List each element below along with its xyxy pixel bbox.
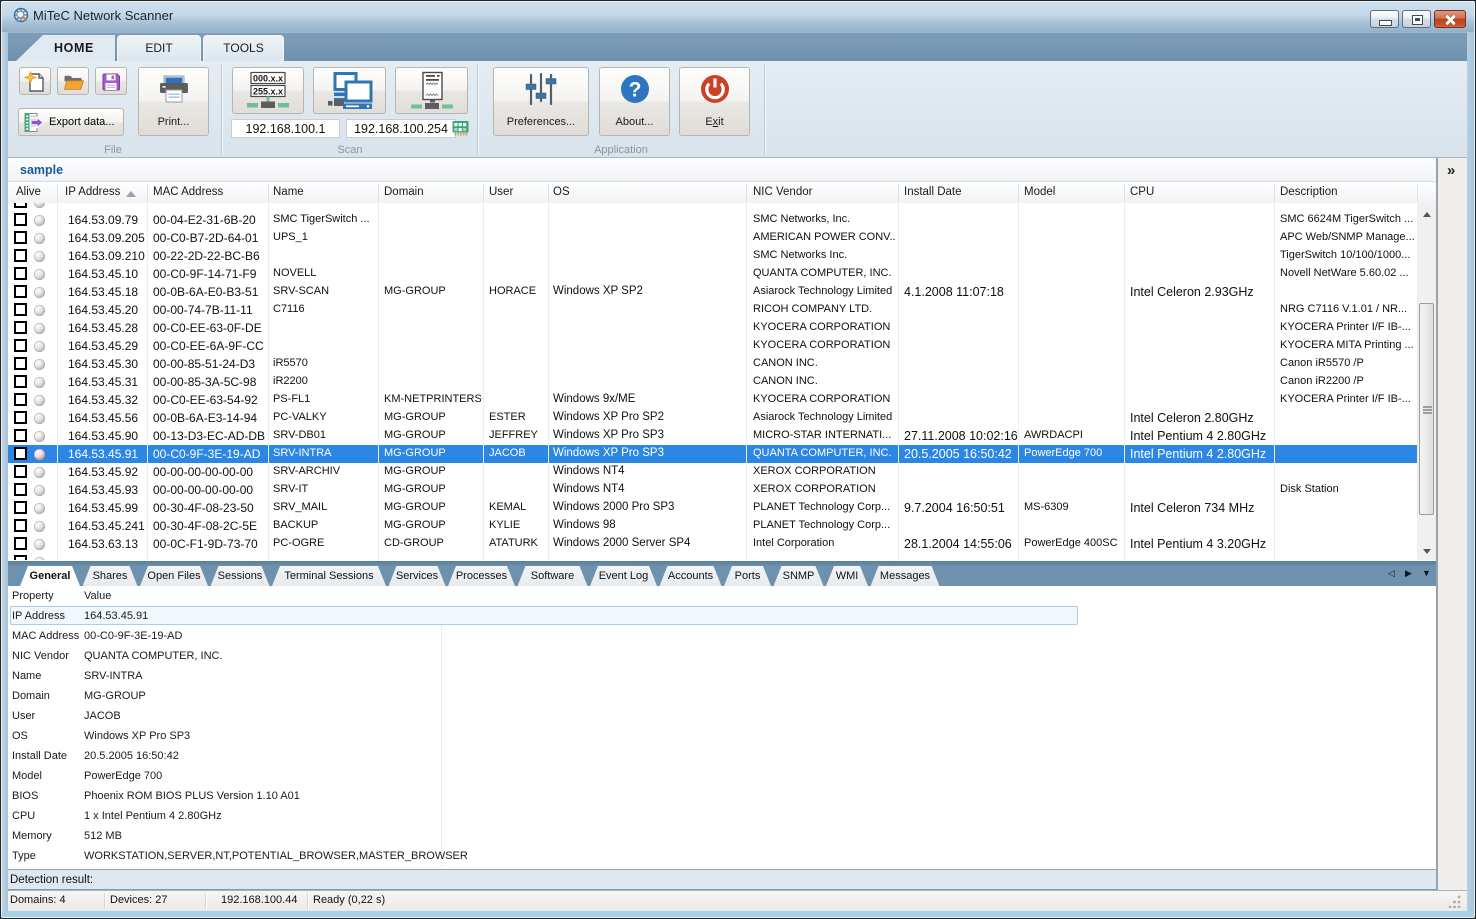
svg-text:?: ?	[628, 79, 641, 102]
svg-text:000.x.x: 000.x.x	[253, 74, 283, 84]
svg-text:255.x.x: 255.x.x	[253, 87, 283, 97]
